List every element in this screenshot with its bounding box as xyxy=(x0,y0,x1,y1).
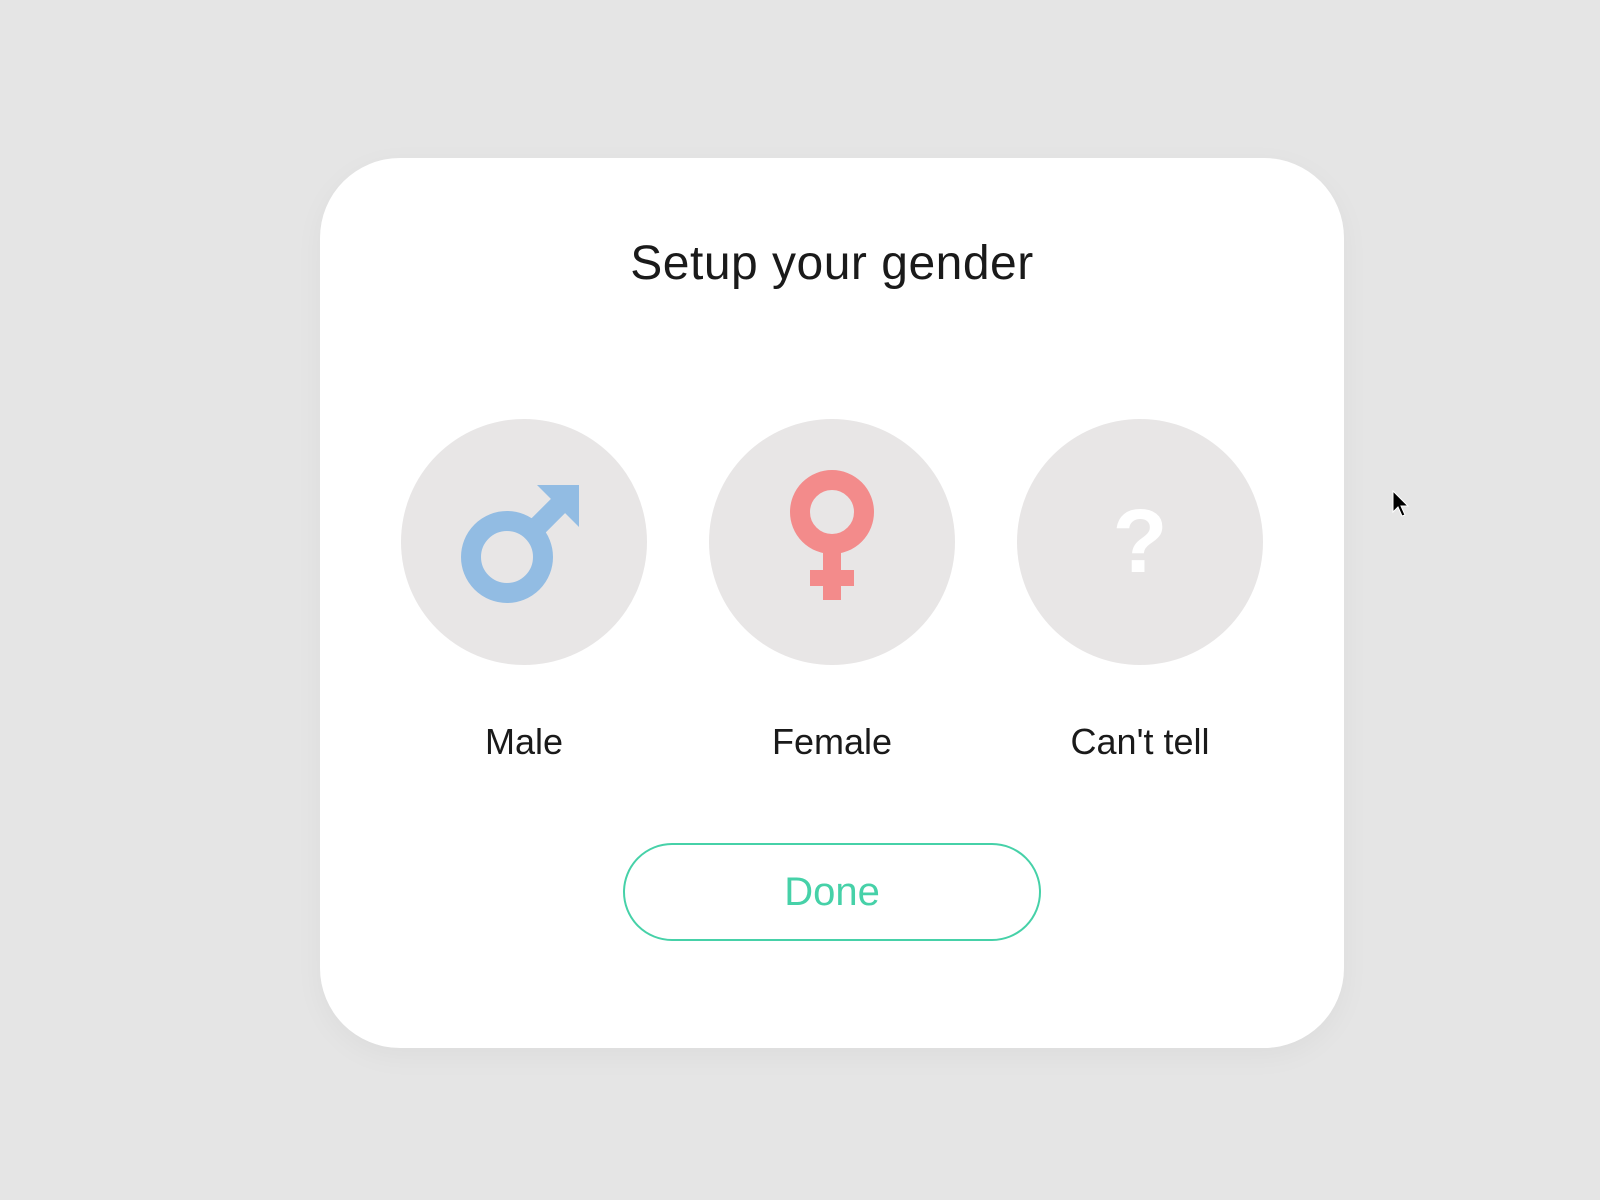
cant-tell-circle: ? xyxy=(1017,419,1263,665)
gender-setup-card: Setup your gender Male xyxy=(320,158,1344,1048)
page-title: Setup your gender xyxy=(630,236,1033,291)
option-cant-tell-label: Can't tell xyxy=(1071,721,1210,763)
gender-options: Male Female ? Can't tell xyxy=(401,419,1263,763)
option-male-label: Male xyxy=(485,721,563,763)
male-icon xyxy=(459,475,589,610)
option-male[interactable]: Male xyxy=(401,419,647,763)
question-icon: ? xyxy=(1113,491,1168,594)
female-icon xyxy=(782,470,882,615)
option-cant-tell[interactable]: ? Can't tell xyxy=(1017,419,1263,763)
female-circle xyxy=(709,419,955,665)
option-female-label: Female xyxy=(772,721,892,763)
done-button[interactable]: Done xyxy=(623,843,1041,941)
mouse-cursor xyxy=(1392,490,1412,523)
male-circle xyxy=(401,419,647,665)
option-female[interactable]: Female xyxy=(709,419,955,763)
